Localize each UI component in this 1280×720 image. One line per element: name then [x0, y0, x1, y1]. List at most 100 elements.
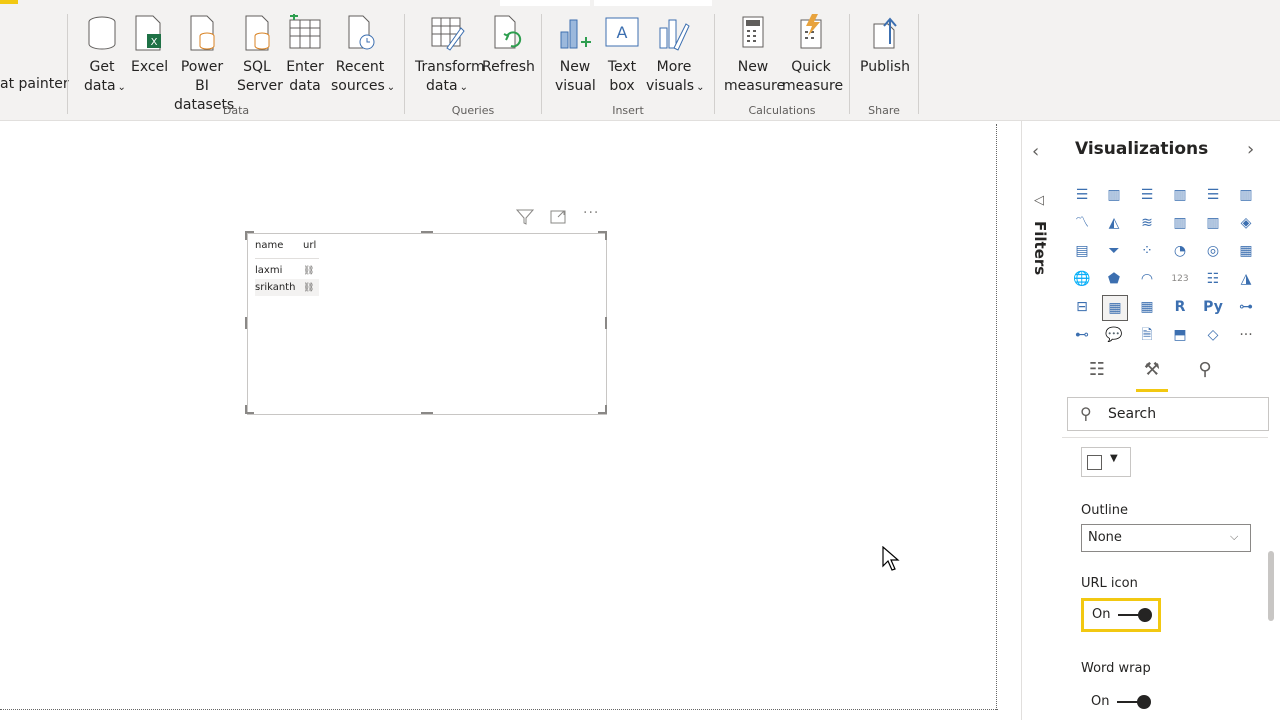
qa-icon[interactable]: 💬 — [1102, 323, 1126, 347]
cell-name: srikanth — [255, 282, 296, 293]
chevron-left-icon[interactable]: ‹ — [1032, 141, 1039, 162]
line-chart-icon[interactable]: 〽 — [1070, 211, 1094, 235]
table-row[interactable]: srikanth ⛓ — [255, 279, 319, 296]
column-header-name[interactable]: name — [255, 240, 303, 258]
r-script-visual-icon[interactable]: R — [1168, 295, 1192, 319]
decomposition-tree-icon[interactable]: ⊷ — [1070, 323, 1094, 347]
gauge-icon[interactable]: ◠ — [1135, 267, 1159, 291]
svg-text:X: X — [151, 37, 158, 48]
ribbon-separator — [918, 14, 919, 114]
filter-icon[interactable] — [515, 208, 535, 230]
fields-tab-icon[interactable]: ☷ — [1082, 359, 1112, 387]
clustered-column-chart-icon[interactable]: ▥ — [1168, 183, 1192, 207]
url-icon-toggle[interactable]: On — [1081, 598, 1161, 632]
word-wrap-toggle[interactable]: On — [1083, 688, 1157, 716]
100-stacked-bar-chart-icon[interactable]: ☰ — [1201, 183, 1225, 207]
chevron-right-icon[interactable]: › — [1247, 139, 1254, 160]
visual-header: ··· — [515, 205, 610, 230]
line-and-clustered-column-icon[interactable]: ▥ — [1201, 211, 1225, 235]
more-visuals-icon — [659, 19, 690, 51]
kpi-icon[interactable]: ◮ — [1234, 267, 1258, 291]
filled-map-icon[interactable]: ⬟ — [1102, 267, 1126, 291]
sql-server-button[interactable]: SQL Server — [237, 14, 283, 96]
toggle-knob — [1138, 608, 1152, 622]
transform-data-button[interactable]: Transform data ⌄ — [415, 14, 485, 97]
smart-narrative-icon[interactable]: 🗎 — [1135, 323, 1159, 347]
text-box-button[interactable]: A Text box — [602, 14, 642, 96]
area-chart-icon[interactable]: ◭ — [1102, 211, 1126, 235]
more-visuals-button[interactable]: More visuals ⌄ — [646, 14, 705, 97]
transform-data-label-2: data — [426, 78, 458, 94]
filters-pane-collapsed[interactable]: ‹ ◁ Filters — [1021, 121, 1063, 720]
excel-button[interactable]: X Excel — [131, 14, 169, 77]
donut-chart-icon[interactable]: ◎ — [1201, 239, 1225, 263]
group-label-share: Share — [868, 104, 900, 117]
treemap-icon[interactable]: ▦ — [1234, 239, 1258, 263]
resize-handle[interactable] — [421, 231, 433, 233]
publish-button[interactable]: Publish — [860, 14, 910, 77]
scatter-chart-icon[interactable]: ⁘ — [1135, 239, 1159, 263]
key-influencers-icon[interactable]: ⊶ — [1234, 295, 1258, 319]
waterfall-chart-icon[interactable]: ▤ — [1070, 239, 1094, 263]
more-visuals-ellipsis-icon[interactable]: ··· — [1234, 323, 1258, 347]
enter-data-label: Enter — [286, 59, 324, 75]
get-data-button[interactable]: Get data ⌄ — [84, 14, 126, 97]
enter-data-button[interactable]: Enter data — [285, 14, 325, 96]
multi-row-card-icon[interactable]: ☷ — [1201, 267, 1225, 291]
slicer-icon[interactable]: ⊟ — [1070, 295, 1094, 319]
table-visual-icon[interactable]: ▦ — [1102, 295, 1128, 321]
resize-handle[interactable] — [605, 317, 607, 329]
table-visual[interactable]: name url laxmi ⛓ srikanth ⛓ — [247, 233, 607, 415]
power-bi-datasets-button[interactable]: Power BI datasets — [174, 14, 234, 115]
matrix-icon[interactable]: ▦ — [1135, 295, 1159, 319]
pane-scrollbar[interactable] — [1268, 551, 1274, 621]
100-stacked-column-chart-icon[interactable]: ▥ — [1234, 183, 1258, 207]
table-row[interactable]: laxmi ⛓ — [255, 262, 319, 279]
chevron-down-icon: ⌄ — [386, 82, 396, 93]
more-options-icon[interactable]: ··· — [583, 205, 599, 221]
power-apps-icon[interactable]: ◇ — [1201, 323, 1225, 347]
sql-label: SQL — [243, 59, 271, 75]
python-visual-icon[interactable]: Py — [1201, 295, 1225, 319]
recent-sources-button[interactable]: Recent sources ⌄ — [331, 14, 395, 97]
excel-label: Excel — [131, 59, 169, 75]
new-measure-button[interactable]: New measure — [724, 14, 785, 96]
report-canvas[interactable] — [0, 121, 1000, 720]
clustered-bar-chart-icon[interactable]: ☰ — [1135, 183, 1159, 207]
map-icon[interactable]: 🌐 — [1070, 267, 1094, 291]
toggle-state: On — [1091, 694, 1110, 709]
focus-mode-icon[interactable] — [549, 208, 567, 230]
new-visual-button[interactable]: New visual — [555, 14, 596, 96]
paginated-report-icon[interactable]: ⬒ — [1168, 323, 1192, 347]
resize-handle[interactable] — [245, 231, 247, 240]
word-wrap-label: Word wrap — [1081, 661, 1151, 676]
group-label-insert: Insert — [612, 104, 644, 117]
card-icon[interactable]: 123 — [1168, 267, 1192, 291]
ribbon-chart-icon[interactable]: ◈ — [1234, 211, 1258, 235]
resize-handle[interactable] — [245, 317, 247, 329]
stacked-column-chart-icon[interactable]: ▥ — [1102, 183, 1126, 207]
stacked-area-chart-icon[interactable]: ≋ — [1135, 211, 1159, 235]
format-painter-button[interactable]: at painter — [0, 76, 69, 92]
quick-measure-button[interactable]: Quick measure — [782, 14, 843, 96]
format-paint-roller-icon[interactable]: ⚒ — [1137, 359, 1167, 387]
outline-select[interactable]: None ⌵ — [1081, 524, 1251, 552]
recent-sources-label: Recent — [335, 59, 385, 75]
funnel-icon[interactable]: ⏷ — [1102, 239, 1126, 263]
resize-handle[interactable] — [421, 412, 433, 414]
column-header-url[interactable]: url — [303, 240, 316, 258]
publish-icon — [873, 17, 897, 49]
line-and-column-chart-icon[interactable]: ▥ — [1168, 211, 1192, 235]
pie-chart-icon[interactable]: ◔ — [1168, 239, 1192, 263]
refresh-button[interactable]: Refresh — [482, 14, 535, 77]
filters-label[interactable]: Filters — [1031, 221, 1049, 275]
color-picker[interactable]: ▼ — [1081, 447, 1131, 477]
format-search-input[interactable]: ⚲ Search — [1067, 397, 1269, 431]
stacked-bar-chart-icon[interactable]: ☰ — [1070, 183, 1094, 207]
link-icon[interactable]: ⛓ — [303, 266, 314, 276]
resize-handle[interactable] — [245, 405, 247, 414]
resize-handle[interactable] — [605, 405, 607, 414]
analytics-magnifier-icon[interactable]: ⚲ — [1190, 359, 1220, 387]
link-icon[interactable]: ⛓ — [303, 283, 314, 293]
resize-handle[interactable] — [605, 231, 607, 240]
